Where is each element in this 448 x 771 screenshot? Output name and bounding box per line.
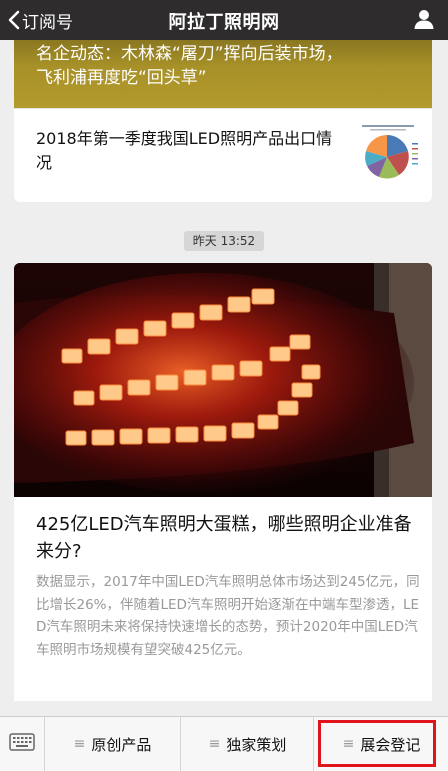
user-icon	[413, 10, 435, 34]
banner-title-line2: 飞利浦再度吃“回头草”	[36, 68, 207, 88]
page-title: 阿拉丁照明网	[168, 12, 280, 33]
menu-item-original-products[interactable]: ≡ 原创产品	[45, 717, 181, 771]
top-navigation-bar: 订阅号 阿拉丁照明网	[0, 0, 448, 40]
menu-lines-icon: ≡	[73, 736, 86, 752]
message-card-previous: 名企动态：木林森“屠刀”挥向后装市场， 飞利浦再度吃“回头草” 2018年第一季…	[14, 40, 432, 202]
menu-lines-icon: ≡	[208, 736, 221, 752]
message-timestamp: 昨天 13:52	[184, 231, 264, 251]
keyboard-icon	[9, 732, 35, 756]
menu-item-exclusive-planning[interactable]: ≡ 独家策划	[182, 717, 314, 771]
sub-article-title: 2018年第一季度我国LED照明产品出口情况	[36, 129, 333, 172]
keyboard-toggle-button[interactable]	[0, 717, 45, 771]
menu-item-exhibition-registration[interactable]: ≡ 展会登记	[315, 717, 448, 771]
article-cover-image	[14, 263, 432, 497]
article-title: 425亿LED汽车照明大蛋糕，哪些照明企业准备来分?	[36, 514, 412, 562]
sub-article-item[interactable]: 2018年第一季度我国LED照明产品出口情况	[14, 108, 432, 202]
featured-article-banner[interactable]: 名企动态：木林森“屠刀”挥向后装市场， 飞利浦再度吃“回头草”	[14, 40, 432, 108]
article-summary: 数据显示，2017年中国LED汽车照明总体市场达到245亿元，同比增长26%，伴…	[36, 574, 420, 658]
menu-item-label: 展会登记	[360, 735, 421, 754]
menu-item-label: 独家策划	[226, 735, 287, 754]
profile-button[interactable]	[413, 8, 435, 34]
pie-chart-thumbnail	[356, 123, 420, 187]
banner-title-line1: 名企动态：木林森“屠刀”挥向后装市场，	[36, 44, 343, 64]
article-card[interactable]: 425亿LED汽车照明大蛋糕，哪些照明企业准备来分? 数据显示，2017年中国L…	[14, 263, 432, 701]
bottom-menu-bar: ≡ 原创产品 ≡ 独家策划 ≡ 展会登记	[0, 716, 448, 771]
menu-lines-icon: ≡	[342, 736, 355, 752]
menu-item-label: 原创产品	[91, 735, 152, 754]
